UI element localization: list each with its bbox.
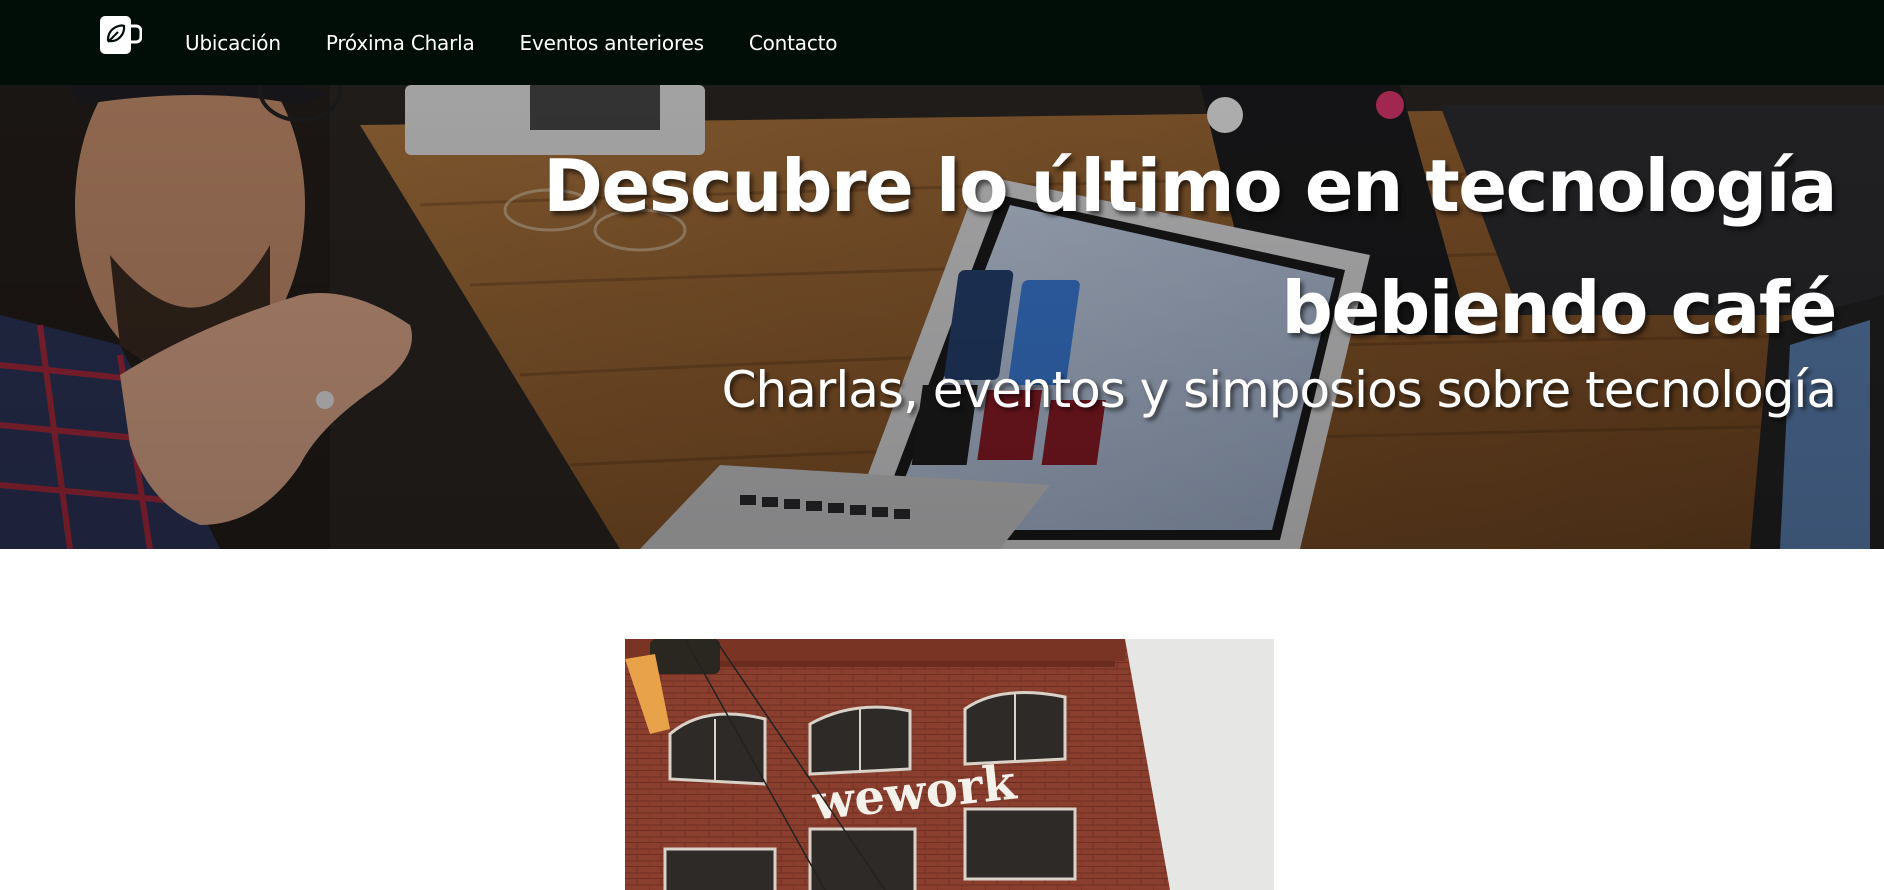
navbar: Ubicación Próxima Charla Eventos anterio… <box>0 0 1884 85</box>
hero-title: Descubre lo último en tecnología bebiend… <box>543 144 1837 350</box>
nav-link-contacto[interactable]: Contacto <box>749 31 838 55</box>
coffee-cup-logo-icon[interactable] <box>98 14 143 56</box>
nav-link-ubicacion[interactable]: Ubicación <box>185 31 281 55</box>
nav-links: Ubicación Próxima Charla Eventos anterio… <box>185 0 882 85</box>
nav-link-eventos-anteriores[interactable]: Eventos anteriores <box>520 31 705 55</box>
hero-subtitle: Charlas, eventos y simposios sobre tecno… <box>721 361 1837 419</box>
venue-building-image: wework <box>625 639 1274 890</box>
nav-link-proxima-charla[interactable]: Próxima Charla <box>326 31 475 55</box>
hero-banner: Descubre lo último en tecnología bebiend… <box>0 85 1884 549</box>
